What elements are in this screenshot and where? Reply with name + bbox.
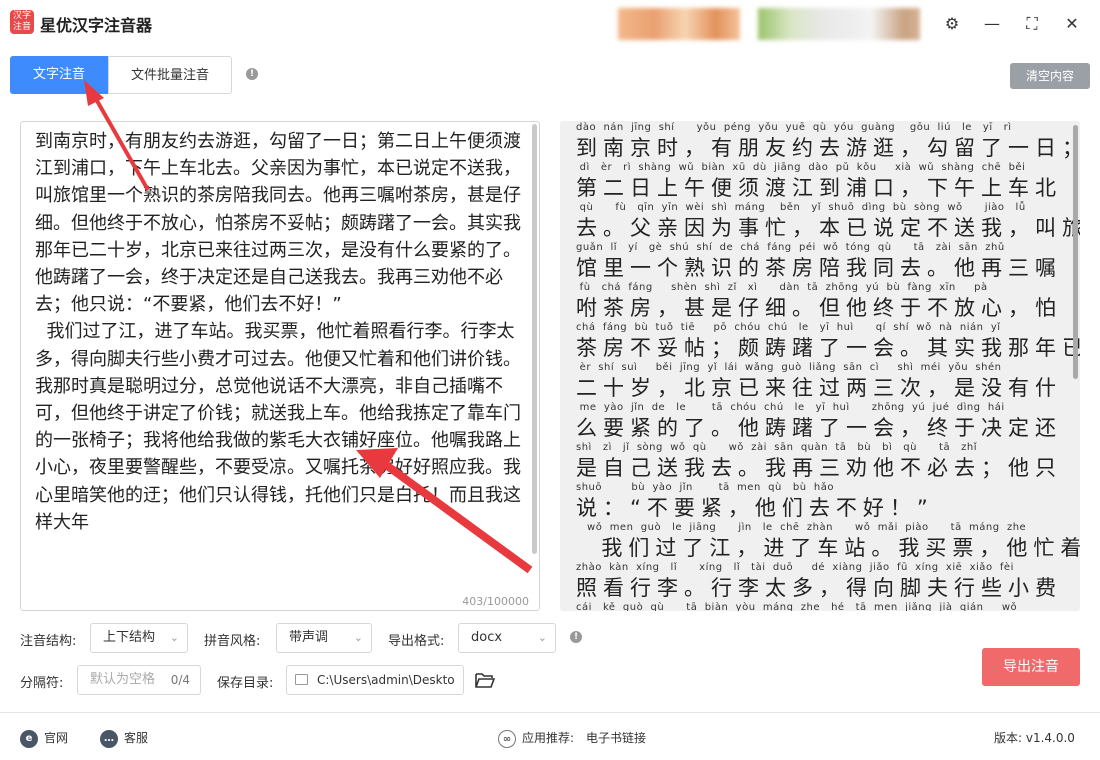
separator-input[interactable]: 默认为空格 0/4 bbox=[77, 665, 201, 695]
file-icon bbox=[295, 674, 308, 685]
service-label: 客服 bbox=[124, 731, 149, 745]
browser-icon: e bbox=[20, 729, 38, 748]
arrow-to-tab bbox=[94, 98, 150, 191]
format-value: docx bbox=[471, 630, 503, 645]
pinyin-style-value: 带声调 bbox=[289, 630, 329, 645]
pinyin-style-select[interactable]: 带声调 ⌄ bbox=[276, 623, 372, 653]
save-dir-path: C:\Users\admin\Deskto bbox=[317, 673, 455, 687]
app-recommend: ∞ 应用推荐: bbox=[498, 729, 574, 748]
structure-value: 上下结构 bbox=[103, 630, 156, 645]
service-link[interactable]: … 客服 bbox=[100, 729, 148, 748]
save-dir-input[interactable]: C:\Users\admin\Deskto bbox=[286, 665, 464, 695]
structure-label: 注音结构: bbox=[20, 634, 77, 649]
ebook-link[interactable]: 电子书链接 bbox=[586, 729, 646, 746]
version-text: 版本: v1.4.0.0 bbox=[994, 731, 1075, 745]
footer: e 官网 … 客服 ∞ 应用推荐: 电子书链接 版本: v1.4.0.0 bbox=[0, 712, 1100, 760]
save-dir-label: 保存目录: bbox=[217, 676, 274, 691]
structure-select[interactable]: 上下结构 ⌄ bbox=[90, 623, 188, 653]
arrow-to-editor bbox=[379, 458, 533, 574]
format-select[interactable]: docx ⌄ bbox=[458, 623, 556, 653]
format-info-icon[interactable]: ! bbox=[570, 631, 582, 643]
separator-label: 分隔符: bbox=[20, 676, 64, 691]
pinyin-style-label: 拼音风格: bbox=[204, 634, 261, 649]
website-link[interactable]: e 官网 bbox=[20, 729, 68, 748]
format-label: 导出格式: bbox=[388, 634, 445, 649]
arrow-head-tab bbox=[84, 80, 104, 106]
separator-placeholder: 默认为空格 bbox=[90, 672, 156, 687]
website-label: 官网 bbox=[44, 731, 69, 745]
separator-count: 0/4 bbox=[170, 673, 190, 687]
chevron-down-icon: ⌄ bbox=[353, 631, 363, 644]
chevron-down-icon: ⌄ bbox=[537, 631, 547, 644]
chat-icon: … bbox=[100, 729, 118, 748]
link-icon: ∞ bbox=[498, 729, 516, 748]
recommend-label: 应用推荐: bbox=[522, 731, 575, 745]
folder-open-icon[interactable] bbox=[474, 670, 496, 690]
chevron-down-icon: ⌄ bbox=[169, 631, 179, 644]
export-annotation-button[interactable]: 导出注音 bbox=[982, 648, 1080, 686]
